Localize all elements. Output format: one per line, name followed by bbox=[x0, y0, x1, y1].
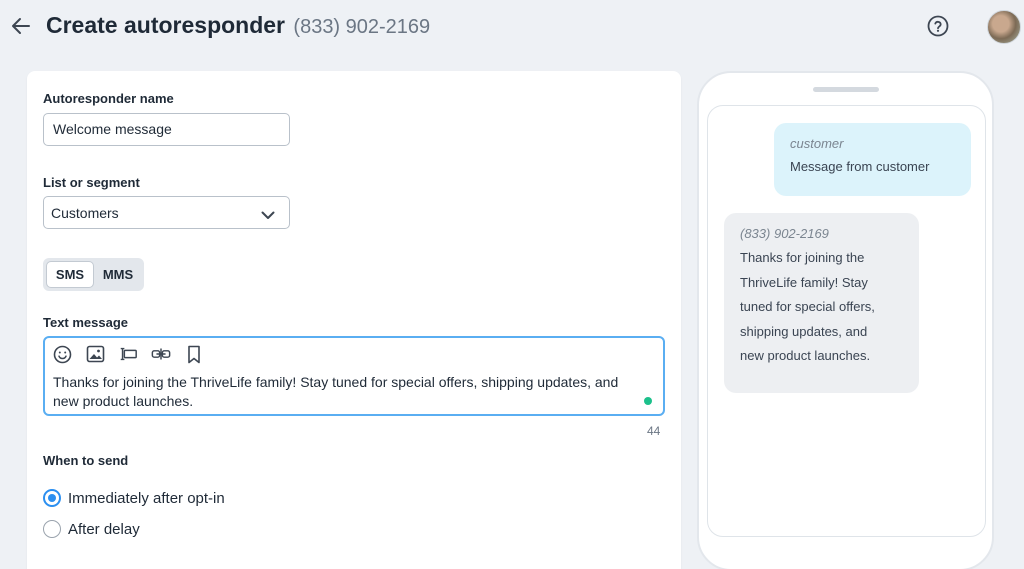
image-icon[interactable] bbox=[85, 344, 105, 364]
status-dot bbox=[644, 397, 652, 405]
character-count: 44 bbox=[647, 424, 661, 438]
customer-sender-label: customer bbox=[790, 136, 844, 151]
radio-after-delay-label: After delay bbox=[68, 520, 140, 538]
page-title: Create autoresponder (833) 902-2169 bbox=[46, 12, 430, 39]
text-message-editor[interactable]: Thanks for joining the ThriveLife family… bbox=[43, 336, 665, 416]
phone-preview: customer Message from customer (833) 902… bbox=[697, 71, 994, 569]
radio-button-checked[interactable] bbox=[43, 489, 61, 507]
help-icon[interactable] bbox=[927, 15, 949, 37]
business-message-line: shipping updates, and bbox=[740, 324, 868, 339]
radio-after-delay[interactable]: After delay bbox=[43, 519, 140, 539]
business-message-line: ThriveLife family! Stay bbox=[740, 275, 868, 290]
tab-sms[interactable]: SMS bbox=[46, 261, 94, 288]
phone-screen: customer Message from customer (833) 902… bbox=[707, 105, 986, 537]
business-message-line: new product launches. bbox=[740, 348, 871, 363]
business-message-line: Thanks for joining the bbox=[740, 250, 865, 265]
business-message-line: tuned for special offers, bbox=[740, 299, 875, 314]
emoji-icon[interactable] bbox=[52, 344, 72, 364]
back-arrow-icon[interactable] bbox=[9, 14, 33, 38]
radio-immediately-label: Immediately after opt-in bbox=[68, 489, 225, 507]
autoresponder-form-card: Autoresponder name Welcome message List … bbox=[27, 71, 681, 569]
chevron-down-icon bbox=[261, 207, 275, 225]
user-avatar[interactable] bbox=[987, 10, 1021, 44]
autoresponder-name-input[interactable]: Welcome message bbox=[43, 113, 290, 146]
text-message-content: Thanks for joining the ThriveLife family… bbox=[53, 374, 619, 409]
customer-message-text: Message from customer bbox=[790, 159, 930, 174]
tab-mms[interactable]: MMS bbox=[96, 261, 140, 288]
bookmark-icon[interactable] bbox=[184, 344, 204, 364]
customer-message-bubble: customer Message from customer bbox=[774, 123, 971, 196]
radio-button-unchecked[interactable] bbox=[43, 520, 61, 538]
list-segment-label: List or segment bbox=[43, 175, 140, 190]
business-sender-label: (833) 902-2169 bbox=[740, 226, 829, 241]
list-segment-value: Customers bbox=[51, 205, 119, 221]
when-to-send-label: When to send bbox=[43, 453, 129, 468]
list-segment-select[interactable]: Customers bbox=[43, 196, 290, 229]
page-title-text: Create autoresponder bbox=[46, 12, 286, 38]
business-message-bubble: (833) 902-2169 Thanks for joining the Th… bbox=[724, 213, 919, 393]
text-message-label: Text message bbox=[43, 315, 129, 330]
channel-toggle: SMS MMS bbox=[43, 258, 144, 291]
merge-field-icon[interactable] bbox=[118, 344, 138, 364]
link-icon[interactable] bbox=[151, 344, 171, 364]
radio-immediately[interactable]: Immediately after opt-in bbox=[43, 488, 225, 508]
editor-toolbar bbox=[52, 344, 204, 364]
phone-speaker bbox=[813, 87, 879, 92]
autoresponder-name-label: Autoresponder name bbox=[43, 91, 174, 106]
page-header: Create autoresponder (833) 902-2169 bbox=[0, 0, 1024, 56]
page-title-phone: (833) 902-2169 bbox=[293, 16, 431, 38]
